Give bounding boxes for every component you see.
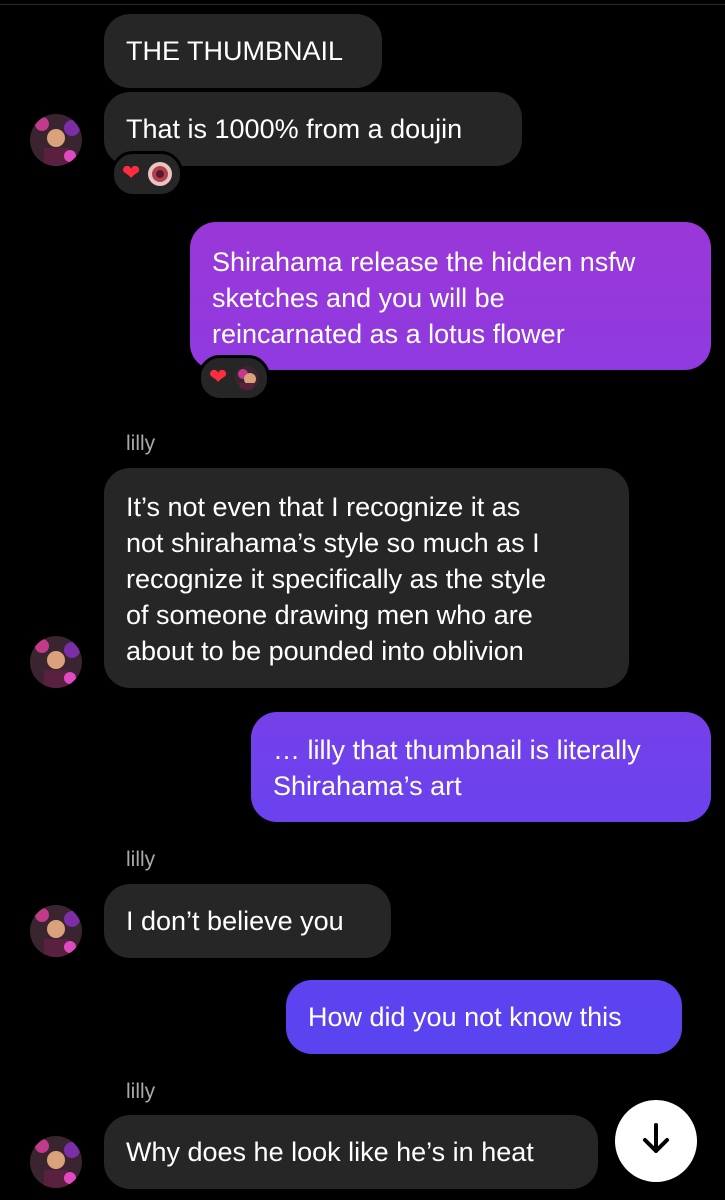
reactor-avatar [148, 162, 173, 186]
message-text: THE THUMBNAIL [126, 36, 344, 66]
avatar[interactable] [30, 636, 82, 688]
top-divider [0, 4, 725, 5]
message-bubble-sent[interactable]: How did you not know this [286, 980, 682, 1054]
message-text: … lilly that thumbnail is literally Shir… [273, 735, 641, 801]
avatar[interactable] [30, 1136, 82, 1188]
message-text: How did you not know this [308, 1002, 622, 1032]
message-text: Why does he look like he’s in heat [126, 1137, 534, 1167]
reaction-pill[interactable]: ❤ [111, 151, 184, 197]
message-text: I don’t believe you [126, 906, 344, 936]
message-bubble-received[interactable]: Why does he look like he’s in heat [104, 1115, 598, 1189]
message-text: It’s not even that I recognize it as not… [126, 492, 547, 666]
message-bubble-sent[interactable]: Shirahama release the hidden nsfw sketch… [190, 222, 711, 370]
message-text: Shirahama release the hidden nsfw sketch… [212, 247, 636, 349]
red-heart-icon: ❤ [209, 365, 228, 390]
scroll-to-bottom-button[interactable] [615, 1100, 697, 1182]
red-heart-icon: ❤ [122, 161, 141, 186]
arrow-down-icon [636, 1119, 676, 1164]
message-bubble-received[interactable]: THE THUMBNAIL [104, 14, 382, 88]
reactor-avatar [235, 366, 260, 390]
message-bubble-sent[interactable]: … lilly that thumbnail is literally Shir… [251, 712, 711, 822]
message-bubble-received[interactable]: I don’t believe you [104, 884, 391, 958]
sender-name: lilly [126, 848, 156, 871]
sender-name: lilly [126, 432, 156, 455]
message-bubble-received[interactable]: It’s not even that I recognize it as not… [104, 468, 629, 688]
avatar[interactable] [30, 905, 82, 957]
reaction-pill[interactable]: ❤ [198, 355, 271, 401]
sender-name: lilly [126, 1080, 156, 1103]
message-text: That is 1000% from a doujin [126, 114, 463, 144]
avatar[interactable] [30, 114, 82, 166]
